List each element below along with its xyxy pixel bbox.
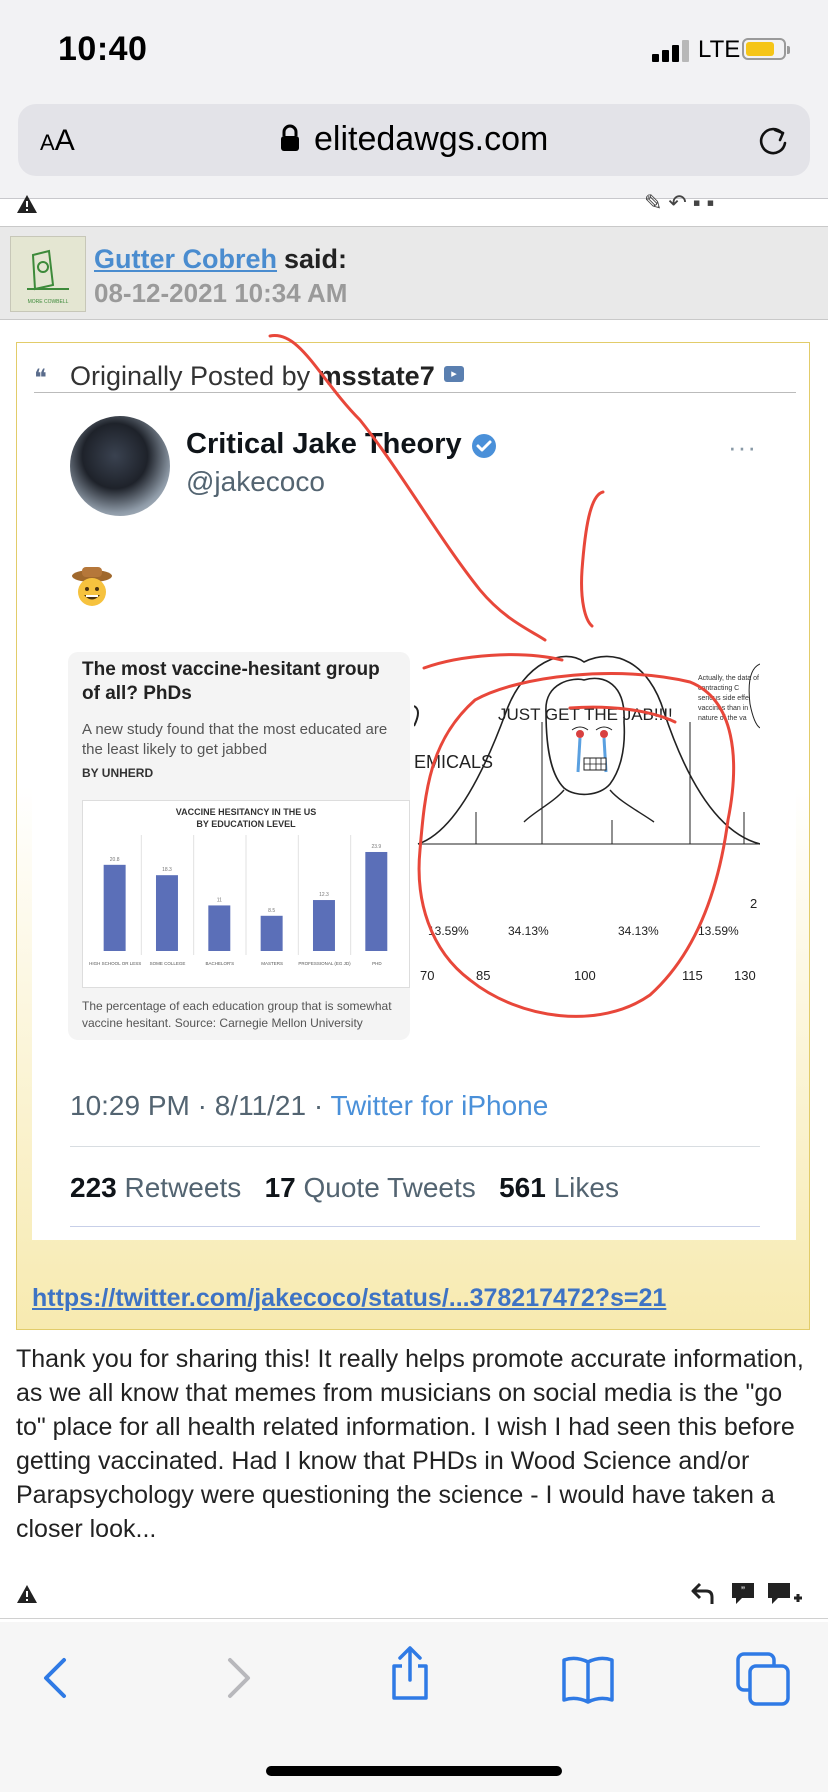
chart-category-label: HIGH SCHOOL OR LESS — [89, 961, 141, 966]
meme-pct-4: 13.59% — [698, 924, 739, 938]
share-icon[interactable] — [380, 1644, 440, 1704]
signal-icon — [652, 40, 692, 62]
post-tools-top[interactable]: ✎↶▪▪ — [644, 190, 720, 216]
likes-stat[interactable]: 561 Likes — [499, 1172, 619, 1203]
avatar[interactable]: MORE COWBELL — [10, 236, 86, 312]
quote-attribution: Originally Posted by msstate7 — [70, 361, 435, 391]
reply-icon[interactable] — [690, 1580, 716, 1606]
status-time: 10:40 — [58, 30, 148, 68]
chart-title: VACCINE HESITANCY IN THE US BY EDUCATION … — [176, 807, 317, 829]
svg-text:”: ” — [741, 1584, 745, 1598]
meme-axis-100: 100 — [574, 968, 596, 983]
post-date: 08-12-2021 10:34 AM — [94, 278, 348, 308]
post-divider — [0, 1618, 828, 1619]
back-icon[interactable] — [28, 1648, 88, 1708]
chart-bar — [155, 875, 178, 951]
meme-edge-label: 2 — [750, 896, 758, 911]
avatar-text: MORE COWBELL — [28, 299, 69, 305]
chart-bar — [103, 864, 126, 951]
bookmarks-icon[interactable] — [558, 1650, 618, 1710]
more-options-icon[interactable]: ··· — [728, 432, 757, 463]
url-text[interactable]: elitedawgs.com — [314, 120, 548, 159]
tweet-divider — [70, 1146, 760, 1147]
chart-value-label: 11 — [217, 897, 222, 903]
chart-bar — [365, 851, 388, 951]
said-label: said: — [284, 244, 348, 274]
meme-pct-3: 34.13% — [618, 924, 659, 938]
home-indicator[interactable] — [266, 1766, 562, 1776]
report-icon[interactable] — [16, 194, 38, 214]
chart-category-label: MASTERS — [261, 961, 283, 966]
chart-value-label: 8.5 — [268, 908, 275, 914]
tabs-icon[interactable] — [734, 1650, 794, 1710]
text-size-button[interactable]: AA — [40, 124, 75, 158]
quote-reply-icon[interactable]: ” — [730, 1580, 756, 1606]
tweet-author-name[interactable]: Critical Jake Theory — [186, 428, 462, 461]
meme-small-text: Actually, the data of contracting C seri… — [698, 675, 759, 722]
infographic-byline: BY UNHERD — [82, 766, 154, 780]
tweet-divider-bottom — [70, 1226, 760, 1227]
tweet-timestamp: 10:29 PM · 8/11/21 · Twitter for iPhone — [70, 1090, 549, 1121]
retweets-stat[interactable]: 223 Retweets — [70, 1172, 241, 1203]
vaccine-hesitancy-chart: VACCINE HESITANCY IN THE US BY EDUCATION … — [82, 800, 410, 988]
tweet-stats: 223 Retweets 17 Quote Tweets 561 Likes — [70, 1172, 619, 1204]
lock-icon — [281, 124, 299, 151]
multi-quote-icon[interactable] — [766, 1580, 802, 1608]
meme-jab-text: JUST GET THE JAB!!!! — [498, 705, 673, 724]
meme-axis-85: 85 — [476, 968, 491, 983]
verified-icon — [472, 434, 496, 458]
chart-value-label: 23.9 — [371, 844, 381, 850]
report-post-icon[interactable] — [16, 1584, 38, 1604]
tweet-handle[interactable]: @jakecoco — [186, 466, 325, 498]
chart-category-label: SOME COLLEGE — [150, 961, 186, 966]
meme-axis-130: 130 — [734, 968, 756, 983]
quote-divider — [34, 392, 796, 393]
meme-pct-2: 34.13% — [508, 924, 549, 938]
meme-pct-1: 13.59% — [428, 924, 469, 938]
infographic-title: The most vaccine-hesitant group of all? … — [82, 659, 380, 704]
post-body: Thank you for sharing this! It really he… — [16, 1345, 804, 1543]
chart-value-label: 18.3 — [162, 867, 172, 873]
battery-icon — [742, 38, 790, 60]
quote-author: msstate7 — [317, 361, 435, 391]
tweet-source-link[interactable]: Twitter for iPhone — [330, 1090, 548, 1121]
infographic-subtitle: A new study found that the most educated… — [82, 721, 388, 758]
quote-tweets-stat[interactable]: 17 Quote Tweets — [265, 1172, 476, 1203]
chart-category-label: PROFESSIONAL (EG JD) — [298, 961, 351, 966]
infographic-caption: The percentage of each education group t… — [82, 999, 392, 1030]
chart-category-label: PHD — [372, 961, 382, 966]
chart-bar — [312, 900, 335, 951]
chart-bar — [208, 905, 231, 951]
chart-value-label: 12.3 — [319, 892, 329, 898]
meme-axis-115: 115 — [682, 968, 703, 983]
tweet-url-link[interactable]: https://twitter.com/jakecoco/status/...3… — [32, 1284, 666, 1313]
quote-icon: ❝ — [34, 365, 47, 392]
meme-chemicals-text: EMICALS — [414, 752, 494, 772]
network-type: LTE — [698, 36, 741, 63]
cowboy-face-icon — [72, 567, 112, 606]
chart-value-label: 20.8 — [110, 857, 120, 863]
view-post-icon[interactable]: ▸ — [444, 366, 464, 382]
reload-icon[interactable] — [756, 124, 790, 158]
forward-icon[interactable] — [206, 1648, 266, 1708]
chart-category-label: BACHELOR'S — [206, 961, 235, 966]
post-author-link[interactable]: Gutter Cobreh — [94, 244, 277, 275]
chart-bar — [260, 915, 283, 951]
meme-axis-70: 70 — [420, 968, 435, 983]
tweet-avatar[interactable] — [70, 416, 170, 516]
